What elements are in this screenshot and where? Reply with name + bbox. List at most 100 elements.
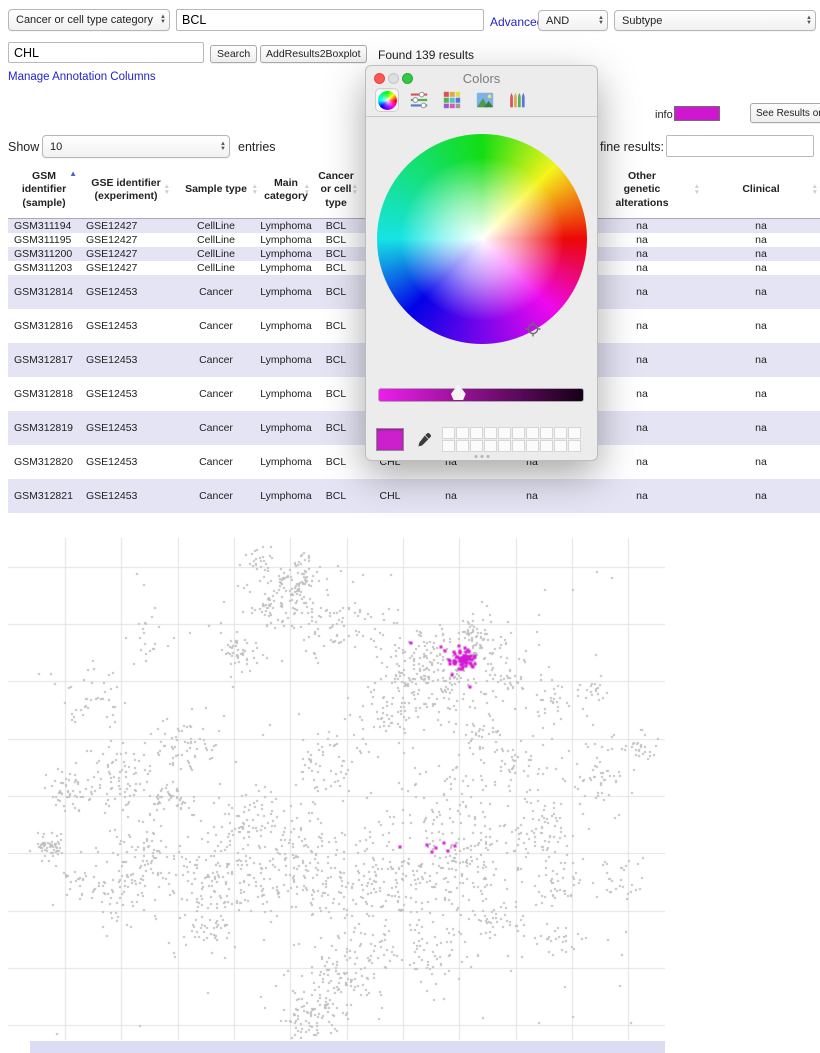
- color-palettes-tab[interactable]: [440, 88, 464, 112]
- swatch-cell[interactable]: [498, 427, 511, 439]
- slider-knob[interactable]: [450, 384, 466, 400]
- swatch-cell[interactable]: [554, 440, 567, 452]
- column-header[interactable]: GSM identifier (sample) ▲: [8, 162, 80, 218]
- table-cell: GSE12427: [86, 220, 138, 232]
- stepper-icon: ▲ ▼: [806, 14, 812, 26]
- table-cell: Cancer: [199, 490, 233, 502]
- table-cell: Cancer: [199, 388, 233, 400]
- table-cell: na: [755, 490, 767, 502]
- table-cell: BCL: [325, 490, 347, 502]
- query-input[interactable]: [176, 9, 484, 31]
- stepper-icon: ▲ ▼: [598, 14, 604, 26]
- brightness-slider[interactable]: [378, 388, 584, 402]
- table-cell: GSE12453: [86, 286, 138, 298]
- dialog-title: Colors: [462, 71, 501, 86]
- table-cell: na: [636, 456, 648, 468]
- search-button[interactable]: Search: [210, 45, 258, 63]
- partial-row-strip: [30, 1041, 665, 1053]
- subtype-select[interactable]: Subtype ▲ ▼: [614, 10, 816, 31]
- table-cell: GSM312814: [14, 286, 73, 298]
- swatch-cell[interactable]: [568, 440, 581, 452]
- swatch-cell[interactable]: [484, 440, 497, 452]
- tsne-map[interactable]: [8, 538, 665, 1040]
- table-row[interactable]: GSM312821 GSE12453 Cancer Lymphoma BCL CHL na n…: [8, 479, 820, 513]
- refine-results-input[interactable]: [666, 135, 814, 157]
- table-cell: Lymphoma: [260, 388, 312, 400]
- table-cell: BCL: [325, 354, 347, 366]
- column-header[interactable]: Sample type ▲ ▼: [172, 162, 260, 218]
- table-cell: na: [636, 354, 648, 366]
- category-select[interactable]: Cancer or cell type category ▲ ▼: [8, 9, 170, 31]
- color-picker-crosshair[interactable]: [525, 321, 541, 337]
- swatch-cell[interactable]: [554, 427, 567, 439]
- table-cell: GSM312817: [14, 354, 73, 366]
- table-cell: BCL: [325, 248, 347, 260]
- boolean-select-value: AND: [546, 14, 570, 27]
- manage-annotation-columns-link[interactable]: Manage Annotation Columns: [8, 71, 156, 83]
- see-results-on-map-button[interactable]: See Results on Map: [750, 103, 820, 123]
- table-cell: na: [636, 248, 648, 260]
- table-cell: na: [636, 234, 648, 246]
- swatch-cell[interactable]: [456, 440, 469, 452]
- table-cell: GSM312821: [14, 490, 73, 502]
- column-header[interactable]: Main category ▲ ▼: [260, 162, 312, 218]
- column-header[interactable]: Clinical ▲ ▼: [702, 162, 820, 218]
- swatch-cell[interactable]: [484, 427, 497, 439]
- sort-icons: ▲ ▼: [351, 183, 358, 196]
- swatch-cell[interactable]: [456, 427, 469, 439]
- table-cell: na: [755, 320, 767, 332]
- table-cell: Lymphoma: [260, 262, 312, 274]
- column-header[interactable]: Cancer or cell type ▲ ▼: [312, 162, 360, 218]
- boolean-select[interactable]: AND ▲ ▼: [538, 10, 608, 31]
- eyedropper-icon: [418, 433, 431, 447]
- add-results-to-boxplot-button[interactable]: AddResults2Boxplot: [260, 45, 367, 63]
- table-cell: GSE12427: [86, 234, 138, 246]
- entries-label: entries: [238, 140, 276, 154]
- column-header-label: Clinical: [742, 183, 780, 196]
- swatch-cell[interactable]: [498, 440, 511, 452]
- colors-toolbar: [366, 86, 597, 116]
- column-header[interactable]: Other genetic alterations ▲ ▼: [582, 162, 702, 218]
- swatch-cell[interactable]: [512, 440, 525, 452]
- current-color-well[interactable]: [376, 428, 404, 451]
- swatch-cell[interactable]: [442, 440, 455, 452]
- info-label: info: [655, 109, 673, 121]
- image-palettes-tab[interactable]: [473, 88, 497, 112]
- table-cell: na: [755, 248, 767, 260]
- category-select-value: Cancer or cell type category: [16, 14, 153, 26]
- entries-select[interactable]: 10 ▲ ▼: [42, 135, 230, 158]
- color-wheel-tab[interactable]: [375, 88, 399, 112]
- colors-dialog: Colors: [365, 65, 598, 461]
- swatch-cell[interactable]: [540, 427, 553, 439]
- swatch-cell[interactable]: [470, 427, 483, 439]
- swatch-cell[interactable]: [526, 440, 539, 452]
- table-cell: Lymphoma: [260, 286, 312, 298]
- table-cell: GSM311195: [14, 234, 72, 246]
- swatch-cell[interactable]: [540, 440, 553, 452]
- advanced-link[interactable]: Advanced: [490, 15, 543, 29]
- table-cell: GSM312816: [14, 320, 73, 332]
- swatch-cell[interactable]: [526, 427, 539, 439]
- table-cell: CellLine: [197, 262, 235, 274]
- table-cell: na: [636, 422, 648, 434]
- color-wheel[interactable]: [377, 134, 587, 344]
- swatch-cell[interactable]: [470, 440, 483, 452]
- table-cell: na: [755, 354, 767, 366]
- swatch-cell[interactable]: [442, 427, 455, 439]
- swatch-grid: [442, 427, 581, 452]
- column-header-label: Main category: [264, 176, 308, 202]
- table-cell: Lymphoma: [260, 234, 312, 246]
- table-cell: GSM311203: [14, 262, 73, 274]
- pencils-tab[interactable]: [505, 88, 529, 112]
- selected-color-swatch[interactable]: [674, 106, 720, 121]
- swatch-cell[interactable]: [512, 427, 525, 439]
- tsne-canvas[interactable]: [8, 538, 665, 1040]
- eyedropper-button[interactable]: [413, 428, 436, 451]
- table-cell: Lymphoma: [260, 354, 312, 366]
- resize-handle[interactable]: [474, 455, 489, 458]
- filter-input[interactable]: [8, 42, 204, 63]
- column-header[interactable]: GSE identifier (experiment) ▲ ▼: [80, 162, 172, 218]
- swatch-cell[interactable]: [568, 427, 581, 439]
- color-sliders-tab[interactable]: [407, 88, 431, 112]
- table-cell: Lymphoma: [260, 456, 312, 468]
